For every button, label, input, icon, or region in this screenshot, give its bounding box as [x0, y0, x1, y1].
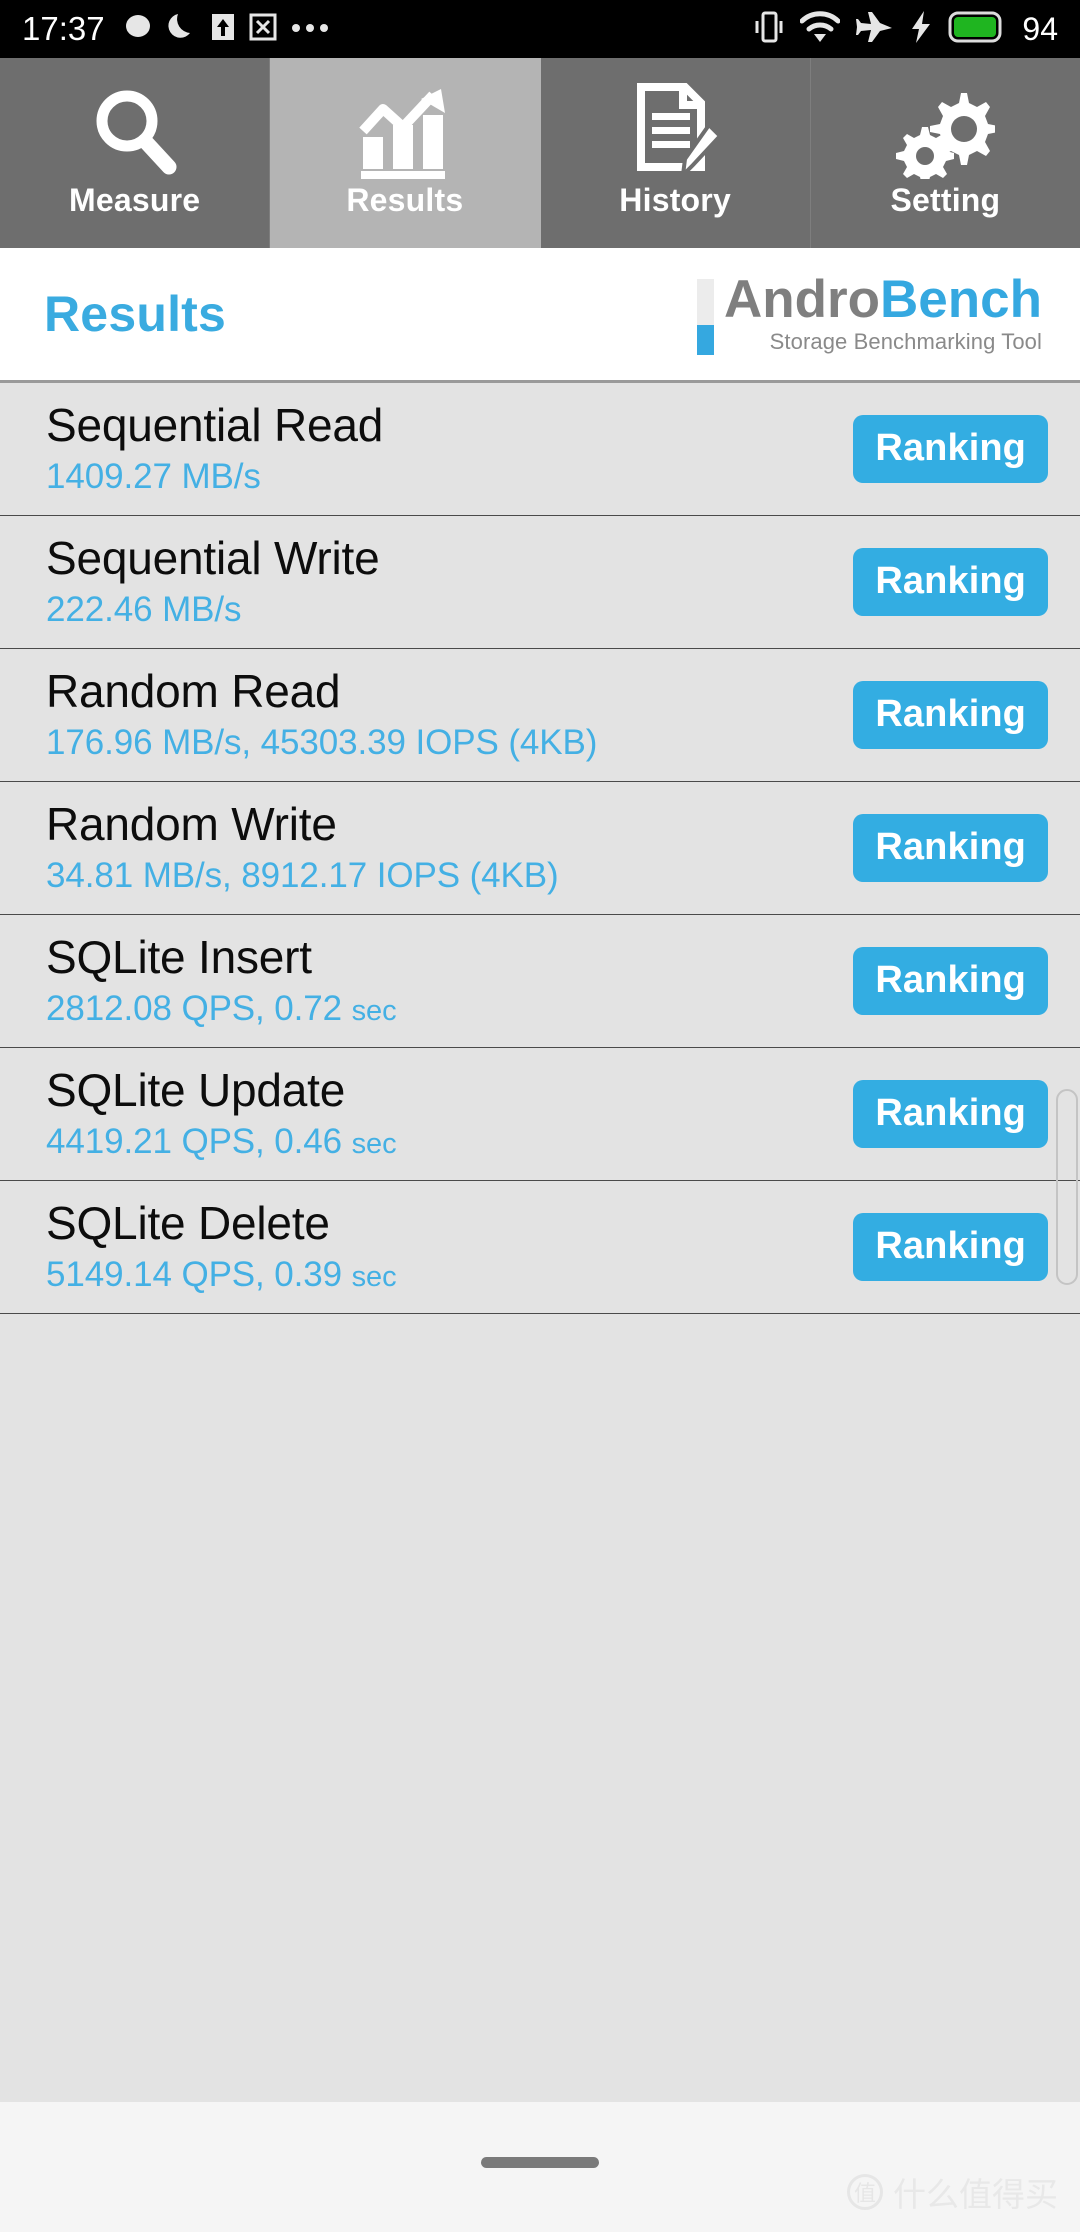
- table-row[interactable]: SQLite Insert 2812.08 QPS, 0.72 sec Rank…: [0, 915, 1080, 1048]
- benchmark-value: 2812.08 QPS, 0.72 sec: [46, 989, 853, 1029]
- wifi-icon: [799, 10, 841, 49]
- row-texts: Sequential Read 1409.27 MB/s: [46, 401, 853, 497]
- logo-bar-bottom: [696, 325, 714, 355]
- benchmark-value-num: 2812.08 QPS, 0.72: [46, 989, 352, 1029]
- ranking-button[interactable]: Ranking: [853, 814, 1048, 882]
- status-bar-right: 94: [754, 9, 1058, 50]
- tab-setting-label: Setting: [890, 182, 1001, 218]
- logo-bar: [696, 279, 714, 355]
- watermark-text: 什么值得买: [893, 2175, 1058, 2214]
- ranking-button[interactable]: Ranking: [853, 947, 1048, 1015]
- tab-setting[interactable]: Setting: [810, 58, 1080, 248]
- tab-history-label: History: [619, 182, 731, 218]
- clock: 17:37: [22, 10, 105, 47]
- benchmark-value: 176.96 MB/s, 45303.39 IOPS (4KB): [46, 723, 598, 763]
- ranking-button[interactable]: Ranking: [853, 681, 1048, 749]
- tab-measure-label: Measure: [69, 182, 201, 218]
- benchmark-value: 5149.14 QPS, 0.39 sec: [46, 1255, 853, 1295]
- tab-measure[interactable]: Measure: [0, 58, 271, 248]
- more-dots-icon: [290, 20, 330, 38]
- tab-results-label: Results: [346, 182, 464, 218]
- scrollbar-thumb[interactable]: [1056, 1089, 1078, 1285]
- status-bar-left: 17:37: [22, 10, 754, 48]
- message-bubble-icon: [122, 11, 154, 48]
- logo-text: AndroBench Storage Benchmarking Tool: [724, 273, 1042, 354]
- logo-andro: Andro: [723, 270, 881, 330]
- benchmark-value-unit: sec: [351, 1128, 397, 1161]
- airplane-mode-icon: [856, 10, 894, 49]
- page-title: Results: [44, 286, 227, 342]
- table-row[interactable]: Sequential Read 1409.27 MB/s Ranking: [0, 383, 1080, 516]
- tab-history[interactable]: History: [540, 58, 811, 248]
- row-texts: SQLite Update 4419.21 QPS, 0.46 sec: [46, 1066, 853, 1162]
- battery-icon: [948, 10, 1004, 49]
- table-row[interactable]: Random Write 34.81 MB/s, 8912.17 IOPS (4…: [0, 782, 1080, 915]
- status-bar: 17:37 94: [0, 0, 1080, 58]
- androbench-logo: AndroBench Storage Benchmarking Tool: [696, 273, 1050, 355]
- ranking-button[interactable]: Ranking: [853, 415, 1048, 483]
- benchmark-value-unit: sec: [351, 1261, 397, 1294]
- screenshot-icon: [249, 11, 277, 48]
- row-texts: Random Read 176.96 MB/s, 45303.39 IOPS (…: [46, 667, 853, 763]
- watermark-logo-icon: 值: [847, 2174, 883, 2210]
- magnifier-icon: [87, 82, 183, 180]
- benchmark-name: SQLite Insert: [46, 930, 312, 983]
- row-texts: SQLite Insert 2812.08 QPS, 0.72 sec: [46, 933, 853, 1029]
- table-row[interactable]: SQLite Update 4419.21 QPS, 0.46 sec Rank…: [0, 1048, 1080, 1181]
- gears-icon: [895, 82, 996, 180]
- row-texts: Random Write 34.81 MB/s, 8912.17 IOPS (4…: [46, 800, 853, 896]
- table-row[interactable]: Random Read 176.96 MB/s, 45303.39 IOPS (…: [0, 649, 1080, 782]
- benchmark-name: Sequential Read: [46, 398, 384, 451]
- page-header: Results AndroBench Storage Benchmarking …: [0, 248, 1080, 380]
- results-list[interactable]: Sequential Read 1409.27 MB/s Ranking Seq…: [0, 380, 1080, 2102]
- table-row[interactable]: SQLite Delete 5149.14 QPS, 0.39 sec Rank…: [0, 1181, 1080, 1314]
- logo-bench: Bench: [880, 270, 1042, 330]
- upload-arrow-icon: [210, 11, 236, 48]
- bar-chart-arrow-icon: [355, 82, 455, 180]
- benchmark-name: Random Write: [46, 797, 337, 850]
- benchmark-name: Sequential Write: [46, 531, 380, 584]
- logo-wordmark: AndroBench: [724, 273, 1042, 327]
- vibrate-icon: [754, 9, 784, 50]
- benchmark-value: 222.46 MB/s: [46, 590, 242, 630]
- home-indicator[interactable]: [481, 2157, 599, 2168]
- ranking-button[interactable]: Ranking: [853, 548, 1048, 616]
- table-row[interactable]: Sequential Write 222.46 MB/s Ranking: [0, 516, 1080, 649]
- benchmark-value: 34.81 MB/s, 8912.17 IOPS (4KB): [46, 856, 559, 896]
- benchmark-value-unit: sec: [351, 995, 397, 1028]
- benchmark-name: SQLite Delete: [46, 1196, 330, 1249]
- ranking-button[interactable]: Ranking: [853, 1080, 1048, 1148]
- logo-bar-top: [696, 279, 714, 326]
- benchmark-value-num: 4419.21 QPS, 0.46: [46, 1122, 352, 1162]
- ranking-button[interactable]: Ranking: [853, 1213, 1048, 1281]
- logo-tagline: Storage Benchmarking Tool: [769, 328, 1042, 354]
- benchmark-value: 4419.21 QPS, 0.46 sec: [46, 1122, 853, 1162]
- benchmark-value-num: 5149.14 QPS, 0.39: [46, 1255, 352, 1295]
- charging-bolt-icon: [910, 10, 932, 49]
- tab-results[interactable]: Results: [270, 58, 541, 248]
- phone-screen: 17:37 94 Measure Results History Setting…: [0, 0, 1080, 2232]
- benchmark-name: SQLite Update: [46, 1063, 346, 1116]
- row-texts: SQLite Delete 5149.14 QPS, 0.39 sec: [46, 1199, 853, 1295]
- watermark: 值 什么值得买: [847, 2168, 1058, 2216]
- battery-percent: 94: [1022, 10, 1058, 47]
- tab-bar: Measure Results History Setting: [0, 58, 1080, 248]
- do-not-disturb-moon-icon: [167, 11, 197, 48]
- benchmark-value: 1409.27 MB/s: [46, 457, 261, 497]
- benchmark-name: Random Read: [46, 664, 341, 717]
- document-pencil-icon: [627, 82, 723, 180]
- row-texts: Sequential Write 222.46 MB/s: [46, 534, 853, 630]
- system-navigation-bar: 值 什么值得买: [0, 2102, 1080, 2232]
